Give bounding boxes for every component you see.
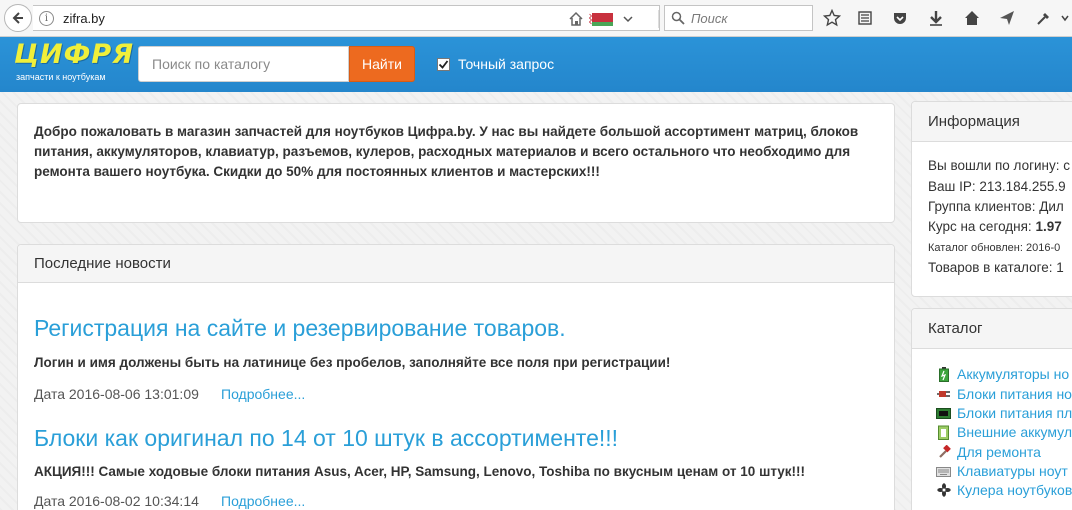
news-more-link[interactable]: Подробнее... <box>221 493 305 509</box>
eyedropper-icon[interactable] <box>1035 9 1053 27</box>
info-heading: Информация <box>912 102 1072 142</box>
catalog-item-label: Клавиатуры ноут <box>957 463 1068 479</box>
hammer-icon <box>936 445 951 460</box>
battery-icon <box>936 366 951 382</box>
search-icon <box>671 11 685 25</box>
back-button[interactable] <box>4 4 32 32</box>
news-item-date: Дата 2016-08-06 13:01:09 <box>34 386 199 402</box>
home-icon[interactable] <box>963 9 981 27</box>
info-panel: Информация Вы вошли по логину: с Ваш IP:… <box>911 101 1072 297</box>
keyboard-icon <box>936 464 951 479</box>
catalog-item-label: Для ремонта <box>957 444 1041 460</box>
news-panel: Последние новости Регистрация на сайте и… <box>17 244 895 510</box>
rate-info: Курс на сегодня: 1.97 <box>928 219 1062 234</box>
browser-toolbar: i zifra.by Поиск <box>0 0 1072 37</box>
bookmark-star-icon[interactable] <box>823 9 841 27</box>
reader-list-icon[interactable] <box>856 9 874 27</box>
download-icon[interactable] <box>927 9 945 27</box>
catalog-item-label: Блоки питания но <box>957 386 1072 402</box>
send-icon[interactable] <box>998 9 1016 27</box>
welcome-text: Добро пожаловать в магазин запчастей для… <box>34 124 859 179</box>
belarus-flag-icon <box>589 13 613 26</box>
info-icon[interactable]: i <box>39 11 54 26</box>
browser-search-placeholder: Поиск <box>691 11 728 26</box>
exact-query-label[interactable]: Точный запрос <box>458 56 554 72</box>
catalog-item-power-supplies[interactable]: Блоки питания но <box>936 385 1072 403</box>
news-item-title[interactable]: Регистрация на сайте и резервирование то… <box>34 315 566 342</box>
catalog-item-label: Кулера ноутбуков <box>957 482 1072 498</box>
catalog-search-input[interactable] <box>138 46 349 82</box>
menu-chevron-icon[interactable] <box>1056 9 1072 27</box>
news-item-title[interactable]: Блоки как оригинал по 14 от 10 штук в ас… <box>34 425 618 452</box>
power-plug-icon <box>936 387 951 402</box>
catalog-item-repair[interactable]: Для ремонта <box>936 443 1041 461</box>
goods-count-info: Товаров в каталоге: 1 <box>928 260 1064 275</box>
catalog-item-keyboards[interactable]: Клавиатуры ноут <box>936 462 1068 480</box>
address-bar[interactable]: i zifra.by <box>33 5 680 31</box>
catalog-item-tablet-power[interactable]: Блоки питания пл <box>936 404 1072 422</box>
browser-search-box[interactable]: Поиск <box>664 5 813 31</box>
news-item-text: Логин и имя должены быть на латинице без… <box>34 355 671 370</box>
fan-icon <box>936 483 951 498</box>
ip-info: Ваш IP: 213.184.255.9 <box>928 179 1066 194</box>
catalog-item-batteries[interactable]: Аккумуляторы но <box>936 365 1069 383</box>
site-header: ЦИФРЯ запчасти к ноутбукам Найти Точный … <box>0 37 1072 92</box>
group-info: Группа клиентов: Дил <box>928 199 1064 214</box>
logo-subtitle: запчасти к ноутбукам <box>16 72 106 82</box>
power-adapter-icon <box>936 406 951 421</box>
catalog-updated-info: Каталог обновлен: 2016-0 <box>928 242 1061 254</box>
catalog-item-label: Внешние аккумул <box>957 424 1072 440</box>
catalog-heading: Каталог <box>912 309 1072 349</box>
arrow-left-icon <box>12 12 23 24</box>
news-heading: Последние новости <box>18 245 894 283</box>
rate-label: Курс на сегодня: <box>928 219 1036 234</box>
news-item-date: Дата 2016-08-02 10:34:14 <box>34 493 199 509</box>
catalog-item-label: Аккумуляторы но <box>957 366 1070 382</box>
site-logo[interactable]: ЦИФРЯ <box>14 39 134 70</box>
news-item-text: АКЦИЯ!!! Самые ходовые блоки питания Asu… <box>34 464 806 479</box>
exact-query-checkbox[interactable] <box>437 58 450 71</box>
news-more-link[interactable]: Подробнее... <box>221 386 305 402</box>
external-battery-icon <box>936 425 951 440</box>
chevron-down-icon[interactable] <box>623 15 633 23</box>
login-info: Вы вошли по логину: с <box>928 158 1071 173</box>
catalog-item-fans[interactable]: Кулера ноутбуков <box>936 481 1072 499</box>
page-content: Добро пожаловать в магазин запчастей для… <box>0 92 1072 510</box>
checkmark-icon <box>438 60 449 69</box>
catalog-panel: Каталог Аккумуляторы но Блоки питания но… <box>911 308 1072 510</box>
find-button[interactable]: Найти <box>349 46 415 82</box>
catalog-item-external-batteries[interactable]: Внешние аккумул <box>936 423 1072 441</box>
home-page-icon[interactable] <box>568 11 584 27</box>
catalog-item-label: Блоки питания пл <box>957 405 1072 421</box>
pocket-icon[interactable] <box>891 9 909 27</box>
welcome-panel: Добро пожаловать в магазин запчастей для… <box>17 103 895 223</box>
rate-value: 1.97 <box>1035 219 1062 234</box>
url-text: zifra.by <box>63 11 105 26</box>
